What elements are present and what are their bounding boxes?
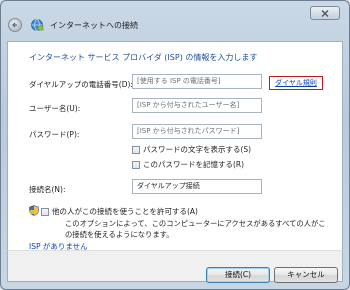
window-title: インターネットへの接続 [50, 21, 138, 30]
phone-number-input[interactable]: [使用する ISP の電話番号] [132, 74, 262, 89]
connect-to-internet-dialog: インターネットへの接続 インターネット サービス プロバイダ (ISP) の情報… [0, 0, 350, 290]
password-label: パスワード(P): [29, 130, 80, 139]
password-input[interactable]: [ISP から付与されたパスワード] [132, 124, 262, 139]
show-password-option[interactable]: パスワードの文字を表示する(S) [132, 144, 251, 155]
username-label: ユーザー名(U): [29, 104, 81, 113]
show-password-checkbox[interactable] [132, 145, 140, 154]
allow-others-description: このオプションによって、このコンピューターにアクセスがあるすべての人がこの接続を… [65, 219, 326, 239]
allow-others-checkbox[interactable] [41, 207, 49, 216]
connection-name-input[interactable]: ダイヤルアップ接続 [132, 179, 262, 194]
content-pane: インターネット サービス プロバイダ (ISP) の情報を入力します ダイヤルア… [7, 41, 343, 251]
connection-name-label: 接続名(N): [29, 185, 66, 194]
phone-label: ダイヤルアップの電話番号(D): [29, 80, 133, 89]
title-bar: インターネットへの接続 [1, 1, 349, 41]
remember-password-label: このパスワードを記憶する(R) [143, 160, 245, 169]
network-globe-icon [30, 18, 44, 32]
cancel-button[interactable]: キャンセル [274, 267, 338, 283]
uac-shield-icon [29, 205, 39, 216]
close-button[interactable] [310, 6, 340, 20]
back-arrow-icon [12, 22, 17, 28]
allow-others-option[interactable]: 他の人がこの接続を使うことを許可する(A) [41, 206, 198, 217]
allow-others-label: 他の人がこの接続を使うことを許可する(A) [52, 207, 198, 216]
connect-button[interactable]: 接続(C) [206, 267, 270, 283]
page-heading: インターネット サービス プロバイダ (ISP) の情報を入力します [29, 53, 258, 62]
dialing-rules-link[interactable]: ダイヤル規則 [269, 76, 323, 90]
remember-password-option[interactable]: このパスワードを記憶する(R) [132, 159, 244, 170]
back-button[interactable] [8, 18, 22, 32]
show-password-label: パスワードの文字を表示する(S) [143, 145, 252, 154]
close-icon [321, 10, 329, 17]
remember-password-checkbox[interactable] [132, 160, 140, 169]
username-input[interactable]: [ISP から付与されたユーザー名] [132, 98, 262, 113]
